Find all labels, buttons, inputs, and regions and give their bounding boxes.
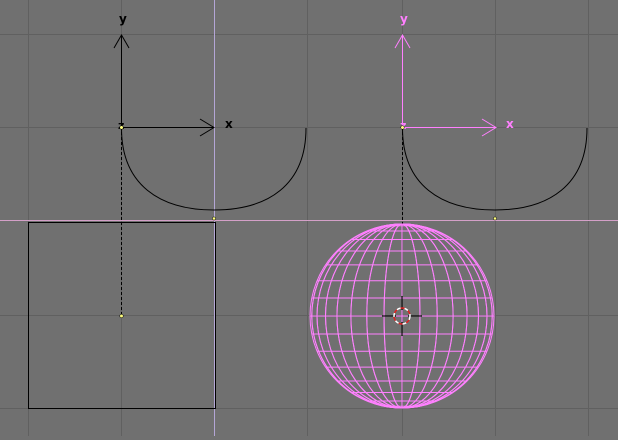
right-y-label: y xyxy=(400,12,408,26)
left-x-label: x xyxy=(225,117,233,131)
right-x-label: x xyxy=(506,117,514,131)
left-bezier-curve[interactable] xyxy=(121,127,307,211)
right-object[interactable]: y x z xyxy=(309,12,588,409)
left-curve-handle-dot xyxy=(212,216,216,221)
left-curve-origin-dot xyxy=(119,125,124,130)
viewport-grid xyxy=(0,0,618,436)
left-object[interactable]: y x z xyxy=(28,12,307,409)
left-plane-origin-dot xyxy=(119,313,124,319)
right-bezier-curve[interactable] xyxy=(402,127,588,211)
right-curve-origin-dot xyxy=(400,125,405,130)
left-y-label: y xyxy=(119,12,127,26)
right-uv-sphere[interactable] xyxy=(309,223,495,409)
right-curve-handle-dot xyxy=(493,216,497,221)
right-z-label: z xyxy=(400,119,406,132)
3d-viewport[interactable]: y x z y x z xyxy=(0,0,618,436)
